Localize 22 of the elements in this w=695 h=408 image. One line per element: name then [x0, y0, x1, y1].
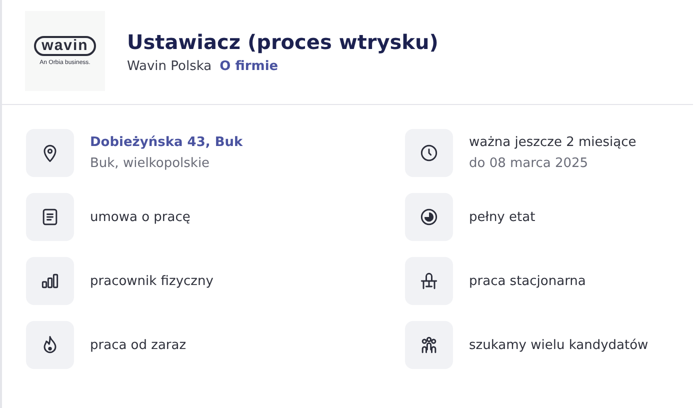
job-title: Ustawiacz (proces wtrysku): [127, 28, 438, 54]
detail-text: praca od zaraz: [90, 336, 186, 354]
detail-text: umowa o pracę: [90, 208, 190, 226]
detail-text: pełny etat: [469, 208, 536, 226]
people-icon: [405, 321, 453, 369]
company-link[interactable]: O firmie: [220, 58, 278, 74]
document-icon: [26, 193, 74, 241]
company-name: Wavin Polska: [127, 58, 212, 74]
pie-chart-icon: [405, 193, 453, 241]
desk-icon: [405, 257, 453, 305]
detail-subtext: Buk, wielkopolskie: [90, 155, 211, 173]
clock-icon: [405, 129, 453, 177]
location-pin-icon: [26, 129, 74, 177]
logo-wordmark: wavin: [34, 36, 96, 56]
flame-icon: [26, 321, 74, 369]
detail-text: praca stacjonarna: [469, 272, 586, 290]
detail-subtext: do 08 marca 2025: [469, 155, 590, 173]
detail-text: pracownik fizyczny: [90, 272, 214, 290]
detail-text: ważna jeszcze 2 miesiące: [469, 134, 636, 152]
detail-text: szukamy wielu kandydatów: [469, 336, 648, 354]
address-link[interactable]: Dobieżyńska 43, Buk: [90, 132, 243, 153]
bar-chart-icon: [26, 257, 74, 305]
